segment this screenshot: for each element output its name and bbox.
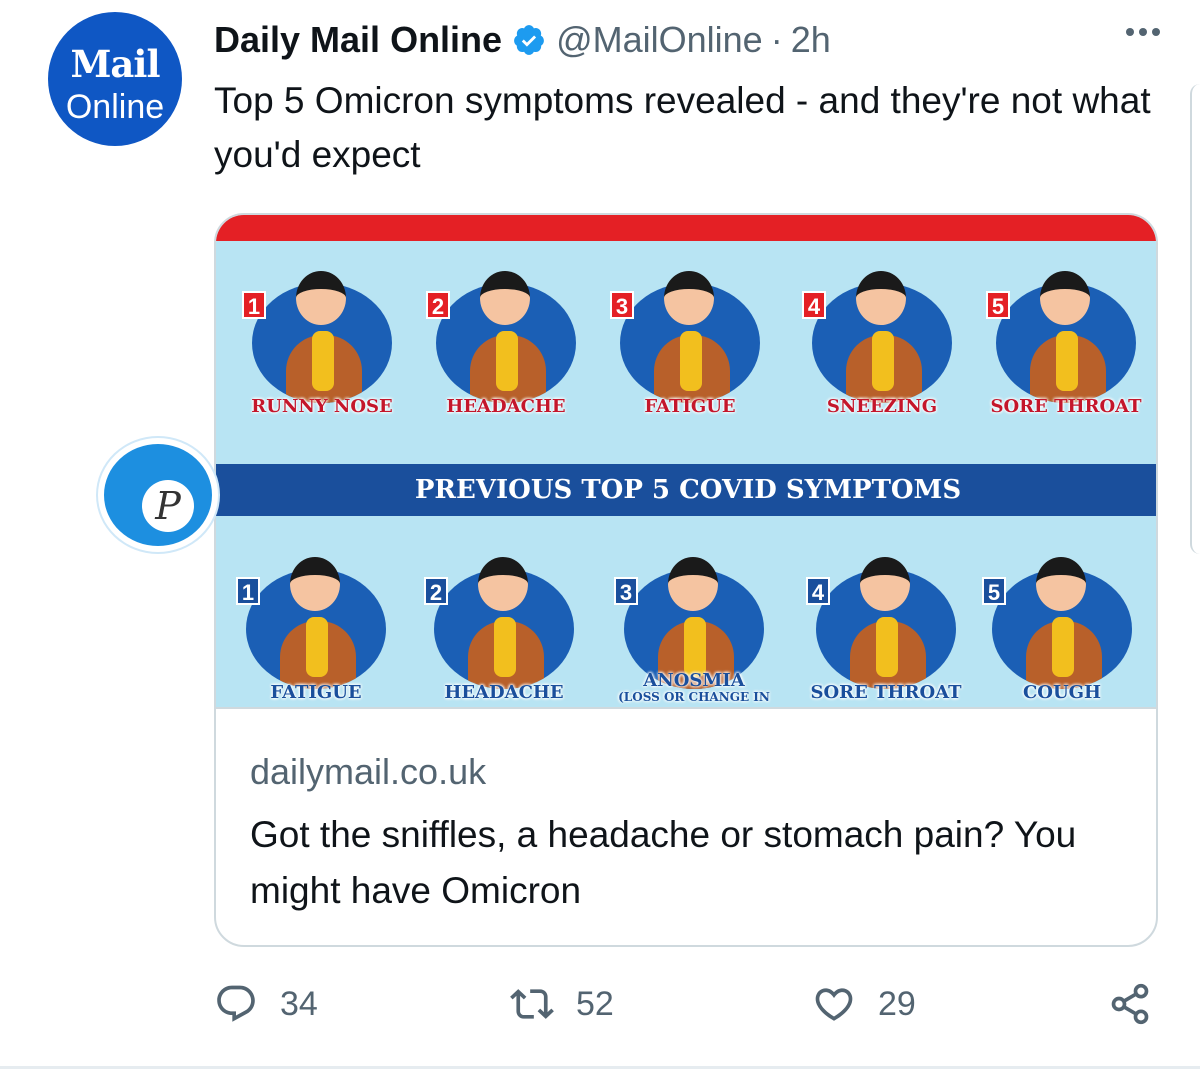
symptom-number: 5 <box>982 577 1006 605</box>
symptom-number: 1 <box>242 291 266 319</box>
symptom-label-main: ANOSMIA <box>643 670 745 691</box>
retweet-icon <box>510 989 554 1019</box>
omicron-symptom-1: 1 RUNNY NOSE <box>242 271 402 417</box>
heart-icon <box>815 988 853 1021</box>
link-card[interactable]: 1 RUNNY NOSE 2 HEADACHE 3 FATIGUE 4 SNEE… <box>214 213 1158 947</box>
previous-symptom-5: 5 COUGH <box>982 557 1142 703</box>
symptom-label: FATIGUE <box>270 682 362 703</box>
avatar-online-text: Online <box>65 88 165 126</box>
more-options-icon[interactable] <box>1126 28 1160 36</box>
previous-symptom-3: 3 ANOSMIA (LOSS OR CHANGE IN <box>614 557 774 703</box>
like-button[interactable]: 29 <box>812 982 916 1026</box>
tweet-header: Daily Mail Online @MailOnline · 2h <box>214 18 1160 62</box>
reply-button[interactable]: 34 <box>214 982 318 1026</box>
symptom-label: ANOSMIA (LOSS OR CHANGE IN <box>600 670 788 703</box>
previous-symptom-1: 1 FATIGUE <box>236 557 396 703</box>
symptom-number: 5 <box>986 291 1010 319</box>
avatar-mail-text: Mail <box>70 42 160 86</box>
symptom-number: 2 <box>424 577 448 605</box>
verified-badge-icon <box>514 25 544 55</box>
symptom-label: COUGH <box>1022 682 1102 703</box>
symptom-number: 3 <box>614 577 638 605</box>
omicron-symptom-4: 4 SNEEZING <box>802 271 962 417</box>
symptom-label: SORE THROAT <box>810 682 962 703</box>
timestamp[interactable]: 2h <box>791 19 831 61</box>
symptom-number: 3 <box>610 291 634 319</box>
symptom-label: HEADACHE <box>446 396 566 417</box>
card-title: Got the sniffles, a headache or stomach … <box>250 814 1077 911</box>
symptom-label: FATIGUE <box>644 396 736 417</box>
symptom-label: HEADACHE <box>444 682 564 703</box>
red-header-bar <box>216 215 1156 241</box>
omicron-symptom-2: 2 HEADACHE <box>426 271 586 417</box>
previous-symptom-2: 2 HEADACHE <box>424 557 584 703</box>
card-domain: dailymail.co.uk <box>250 751 487 792</box>
omicron-symptom-5: 5 SORE THROAT <box>986 271 1146 417</box>
display-name[interactable]: Daily Mail Online <box>214 19 502 61</box>
handle[interactable]: @MailOnline <box>556 19 763 61</box>
tweet-text: Top 5 Omicron symptoms revealed - and th… <box>214 80 1151 175</box>
symptom-label: SNEEZING <box>826 396 938 417</box>
reply-count: 34 <box>280 984 318 1023</box>
symptom-number: 2 <box>426 291 450 319</box>
retweet-button[interactable]: 52 <box>510 982 614 1026</box>
share-icon <box>1111 983 1149 1025</box>
previous-symptom-4: 4 SORE THROAT <box>806 557 966 703</box>
symptom-number: 4 <box>802 291 826 319</box>
separator-dot: · <box>770 19 783 60</box>
previous-symptoms-banner: PREVIOUS TOP 5 COVID SYMPTOMS <box>216 464 1156 516</box>
tweet-actions: 34 52 29 <box>214 982 1158 1038</box>
like-count: 29 <box>878 984 916 1023</box>
symptom-label: SORE THROAT <box>990 396 1142 417</box>
omicron-symptom-3: 3 FATIGUE <box>610 271 770 417</box>
retweet-count: 52 <box>576 984 614 1023</box>
avatar[interactable]: Mail Online <box>48 12 182 146</box>
twitter-bird-icon: P <box>98 438 218 552</box>
symptom-number: 4 <box>806 577 830 605</box>
side-panel-edge <box>1190 84 1200 554</box>
symptom-label-sub: (LOSS OR CHANGE IN <box>618 690 770 704</box>
symptom-label: RUNNY NOSE <box>251 396 393 417</box>
watermark-letter: P <box>142 480 194 532</box>
reply-icon <box>217 985 255 1022</box>
card-image[interactable]: 1 RUNNY NOSE 2 HEADACHE 3 FATIGUE 4 SNEE… <box>216 215 1156 709</box>
share-button[interactable] <box>1108 982 1152 1026</box>
symptom-number: 1 <box>236 577 260 605</box>
